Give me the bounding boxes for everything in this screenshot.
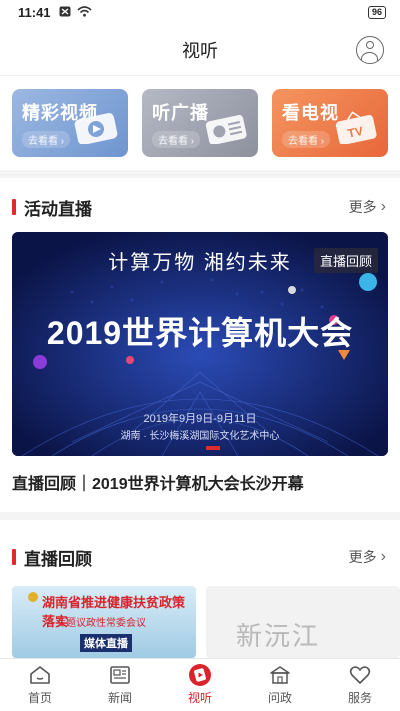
tab-label: 首页: [27, 691, 52, 705]
notification-icon: [59, 5, 71, 20]
emblem-icon: [28, 592, 38, 602]
replay-badge: 直播回顾: [313, 248, 378, 273]
tab-home[interactable]: 首页: [0, 659, 80, 711]
banner-date: 2019年9月9日-9月11日: [143, 413, 257, 425]
status-time: 11:41: [18, 4, 51, 20]
more-link[interactable]: 更多 ›: [349, 547, 386, 567]
chevron-right-icon: ›: [380, 198, 386, 215]
tv-icon: TV: [334, 110, 378, 149]
tab-label: 视听: [187, 691, 212, 705]
bottom-tab-bar: 首页 新闻 视听 问政 服务: [0, 658, 400, 711]
category-link: 去看看 ›: [22, 131, 71, 148]
tab-services[interactable]: 服务: [320, 659, 400, 711]
tab-label: 新闻: [107, 691, 132, 705]
live-section-header: 活动直播 更多 ›: [0, 195, 400, 219]
wifi-icon: [77, 5, 92, 20]
category-link: 去看看 ›: [152, 131, 201, 148]
chevron-right-icon: ›: [380, 548, 386, 565]
replay-item-subtitle: 专题议政性常委会议: [56, 618, 146, 629]
category-card-tv[interactable]: 看电视 去看看 › TV: [272, 89, 388, 157]
play-icon: [188, 664, 212, 686]
replay-item[interactable]: 湖南省推进健康扶贫政策落实 专题议政性常委会议 媒体直播: [12, 586, 196, 658]
section-divider: [0, 170, 400, 178]
tab-news[interactable]: 新闻: [80, 659, 160, 711]
app-header: 视听: [0, 24, 400, 76]
section-title: 活动直播: [24, 199, 92, 219]
home-icon: [28, 664, 52, 686]
section-divider: [0, 512, 400, 520]
tab-government[interactable]: 问政: [240, 659, 320, 711]
replay-item-tag: 媒体直播: [80, 634, 132, 652]
category-card-video[interactable]: 精彩视频 去看看 ›: [12, 89, 128, 157]
banner-venue: 湖南 · 长沙梅溪湖国际文化艺术中心: [120, 431, 280, 442]
section-title: 直播回顾: [24, 549, 92, 569]
tab-label: 问政: [267, 691, 292, 705]
section-marker: [12, 199, 16, 215]
replay-list: 湖南省推进健康扶贫政策落实 专题议政性常委会议 媒体直播 新沅江: [12, 586, 400, 658]
page-title: 视听: [182, 40, 218, 61]
live-banner[interactable]: 计算万物 湘约未来 直播回顾 2019世界计算机大会 2019年9月9日-9月1…: [12, 232, 388, 456]
section-marker: [12, 549, 16, 565]
status-bar: 11:41 96: [0, 0, 400, 24]
replay-item[interactable]: 新沅江: [206, 586, 400, 658]
live-caption[interactable]: 直播回顾｜2019世界计算机大会长沙开幕: [12, 470, 388, 494]
category-link: 去看看 ›: [282, 131, 331, 148]
category-cards: 精彩视频 去看看 › 听广播 去看看 › 看电视 去看看 › TV: [12, 89, 388, 157]
category-card-radio[interactable]: 听广播 去看看 ›: [142, 89, 258, 157]
heart-icon: [348, 664, 372, 686]
more-link[interactable]: 更多 ›: [349, 197, 386, 217]
battery-indicator: 96: [367, 5, 386, 19]
tab-media[interactable]: 视听: [160, 659, 240, 711]
banner-main-title: 2019世界计算机大会: [46, 315, 354, 351]
user-profile-icon[interactable]: [356, 36, 384, 64]
tab-label: 服务: [347, 691, 372, 705]
news-icon: [108, 664, 132, 686]
radio-icon: [204, 110, 248, 149]
video-icon: [74, 110, 118, 149]
replay-section-header: 直播回顾 更多 ›: [0, 545, 400, 569]
replay-item-logo: 新沅江: [236, 622, 321, 652]
government-icon: [268, 664, 292, 686]
